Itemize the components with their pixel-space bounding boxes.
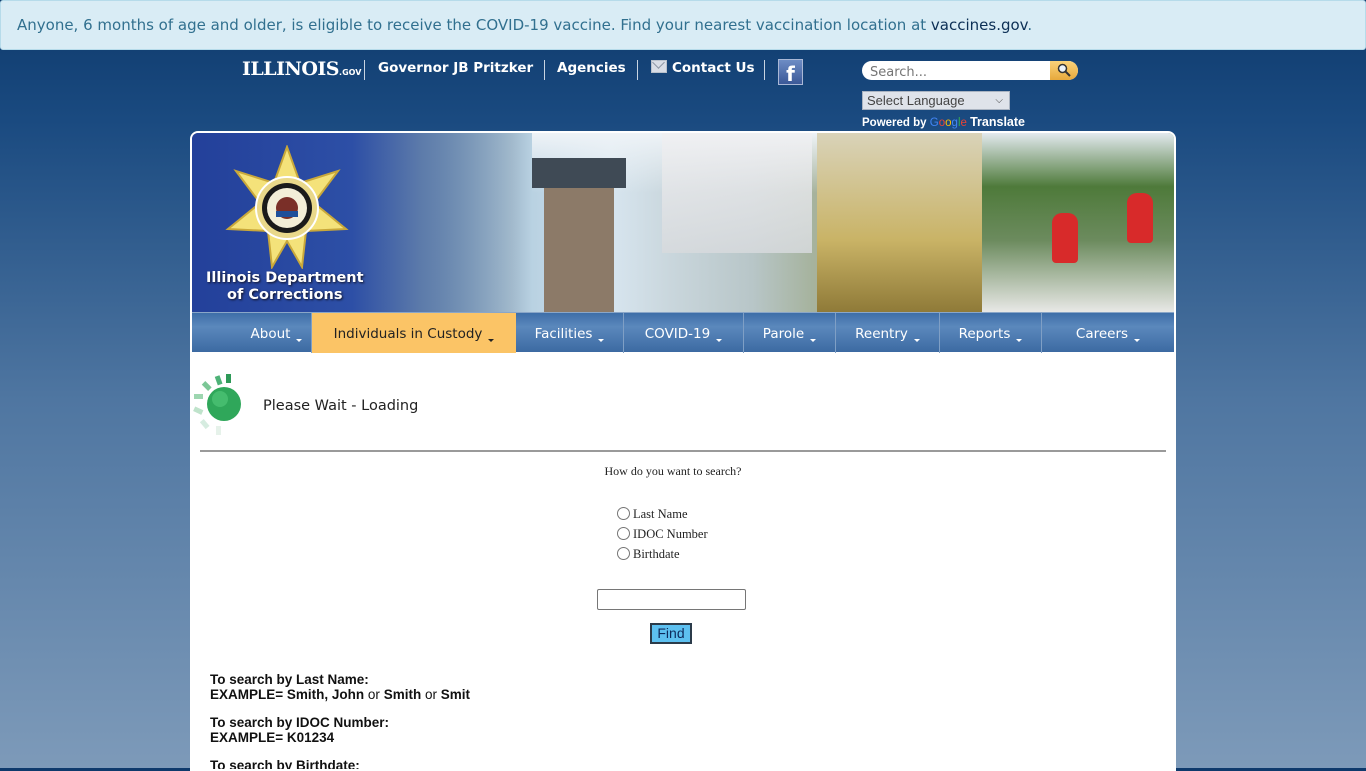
language-select[interactable]: Select Language ⌵ bbox=[862, 91, 1010, 110]
nav-reentry[interactable]: Reentry bbox=[836, 313, 940, 353]
loading-indicator: Please Wait - Loading bbox=[192, 372, 1174, 452]
logo-text: ILLINOIS bbox=[242, 58, 340, 80]
loading-spinner-icon bbox=[193, 374, 241, 435]
google-logo: Google bbox=[929, 117, 967, 129]
nav-parole-label: Parole bbox=[762, 326, 805, 342]
nav-parole[interactable]: Parole bbox=[744, 313, 836, 353]
banner-hallway bbox=[817, 133, 982, 312]
nav-reports-label: Reports bbox=[958, 326, 1011, 342]
radio-label: Last Name bbox=[633, 507, 688, 521]
help-example: EXAMPLE= K01234 bbox=[210, 730, 335, 745]
banner-building bbox=[662, 133, 812, 253]
nav-careers-label: Careers bbox=[1075, 326, 1129, 342]
nav-individuals-label: Individuals in Custody bbox=[333, 326, 483, 342]
contact-us-link[interactable]: Contact Us bbox=[651, 60, 755, 76]
nav-about[interactable]: About bbox=[192, 313, 312, 353]
nav-about-label: About bbox=[250, 326, 291, 342]
logo-suffix: .GOV bbox=[339, 68, 362, 77]
nav-facilities[interactable]: Facilities bbox=[516, 313, 624, 353]
help-last-name: To search by Last Name: EXAMPLE= Smith, … bbox=[210, 672, 470, 702]
radio-last-name[interactable]: Last Name bbox=[617, 507, 688, 522]
badge-star-icon bbox=[225, 145, 349, 269]
radio-idoc-number[interactable]: IDOC Number bbox=[617, 527, 708, 542]
agencies-link[interactable]: Agencies bbox=[557, 60, 626, 76]
banner-worker bbox=[1127, 193, 1153, 243]
chevron-down-icon: ⌵ bbox=[995, 95, 1003, 106]
caret-down-icon bbox=[598, 339, 605, 342]
banner-title-line2: of Corrections bbox=[227, 287, 343, 303]
caret-down-icon bbox=[488, 339, 495, 342]
nav-facilities-label: Facilities bbox=[534, 326, 593, 342]
find-button[interactable]: Find bbox=[650, 623, 692, 644]
banner-title: Illinois Department of Corrections bbox=[206, 270, 364, 304]
banner-worker bbox=[1052, 213, 1078, 263]
site-search bbox=[862, 61, 1078, 80]
caret-down-icon bbox=[296, 339, 303, 342]
alert-suffix: . bbox=[1027, 16, 1033, 34]
alert-text: Anyone, 6 months of age and older, is el… bbox=[17, 16, 931, 34]
caret-down-icon bbox=[1016, 339, 1023, 342]
help-example: EXAMPLE= Smith, John or Smith or Smit bbox=[210, 687, 471, 702]
governor-link[interactable]: Governor JB Pritzker bbox=[378, 60, 533, 76]
search-question: How do you want to search? bbox=[604, 464, 742, 478]
radio-birthdate[interactable]: Birthdate bbox=[617, 547, 680, 562]
radio-button[interactable] bbox=[617, 527, 630, 540]
search-button[interactable] bbox=[1050, 61, 1078, 80]
divider bbox=[544, 60, 545, 80]
divider bbox=[637, 60, 638, 80]
radio-button[interactable] bbox=[617, 547, 630, 560]
divider bbox=[200, 450, 1166, 452]
nav-reentry-label: Reentry bbox=[855, 326, 908, 342]
nav-individuals-in-custody[interactable]: Individuals in Custody bbox=[312, 313, 516, 353]
divider bbox=[764, 60, 765, 80]
caret-down-icon bbox=[810, 339, 817, 342]
nav-reports[interactable]: Reports bbox=[940, 313, 1042, 353]
header-banner-image: Illinois Department of Corrections bbox=[192, 133, 1174, 312]
main-nav: About Individuals in Custody Facilities … bbox=[192, 312, 1174, 353]
help-idoc-number: To search by IDOC Number: EXAMPLE= K0123… bbox=[210, 715, 389, 745]
magnifier-icon bbox=[1057, 63, 1071, 77]
loading-text: Please Wait - Loading bbox=[263, 398, 419, 414]
radio-label: IDOC Number bbox=[633, 527, 708, 541]
banner-guard-tower bbox=[532, 158, 626, 312]
covid-alert-banner: Anyone, 6 months of age and older, is el… bbox=[0, 0, 1366, 50]
translate-link[interactable]: Translate bbox=[970, 115, 1025, 129]
powered-by-label: Powered by bbox=[862, 117, 927, 129]
nav-covid-19[interactable]: COVID-19 bbox=[624, 313, 744, 353]
help-heading: To search by Last Name: bbox=[210, 672, 369, 687]
nav-careers[interactable]: Careers bbox=[1042, 313, 1174, 353]
radio-label: Birthdate bbox=[633, 547, 680, 561]
contact-us-label: Contact Us bbox=[672, 60, 755, 76]
language-select-value: Select Language bbox=[867, 93, 965, 108]
mail-icon bbox=[651, 60, 667, 73]
search-input[interactable] bbox=[862, 63, 1048, 80]
vaccines-gov-link[interactable]: vaccines.gov bbox=[931, 16, 1027, 34]
radio-button[interactable] bbox=[617, 507, 630, 520]
caret-down-icon bbox=[913, 339, 920, 342]
nav-covid-label: COVID-19 bbox=[644, 326, 711, 342]
illinois-gov-logo[interactable]: ILLINOIS.GOV bbox=[242, 58, 361, 80]
help-heading: To search by IDOC Number: bbox=[210, 715, 390, 730]
google-translate-attribution: Powered by Google Translate bbox=[862, 115, 1025, 129]
facebook-icon[interactable]: f bbox=[778, 59, 803, 86]
caret-down-icon bbox=[1134, 339, 1141, 342]
caret-down-icon bbox=[716, 339, 723, 342]
search-term-input[interactable] bbox=[597, 589, 746, 610]
help-heading: To search by Birthdate: bbox=[210, 758, 360, 771]
help-birthdate: To search by Birthdate: bbox=[210, 758, 360, 771]
banner-title-line1: Illinois Department bbox=[206, 270, 364, 286]
main-content-frame: Illinois Department of Corrections About… bbox=[190, 131, 1176, 771]
divider bbox=[364, 60, 365, 80]
